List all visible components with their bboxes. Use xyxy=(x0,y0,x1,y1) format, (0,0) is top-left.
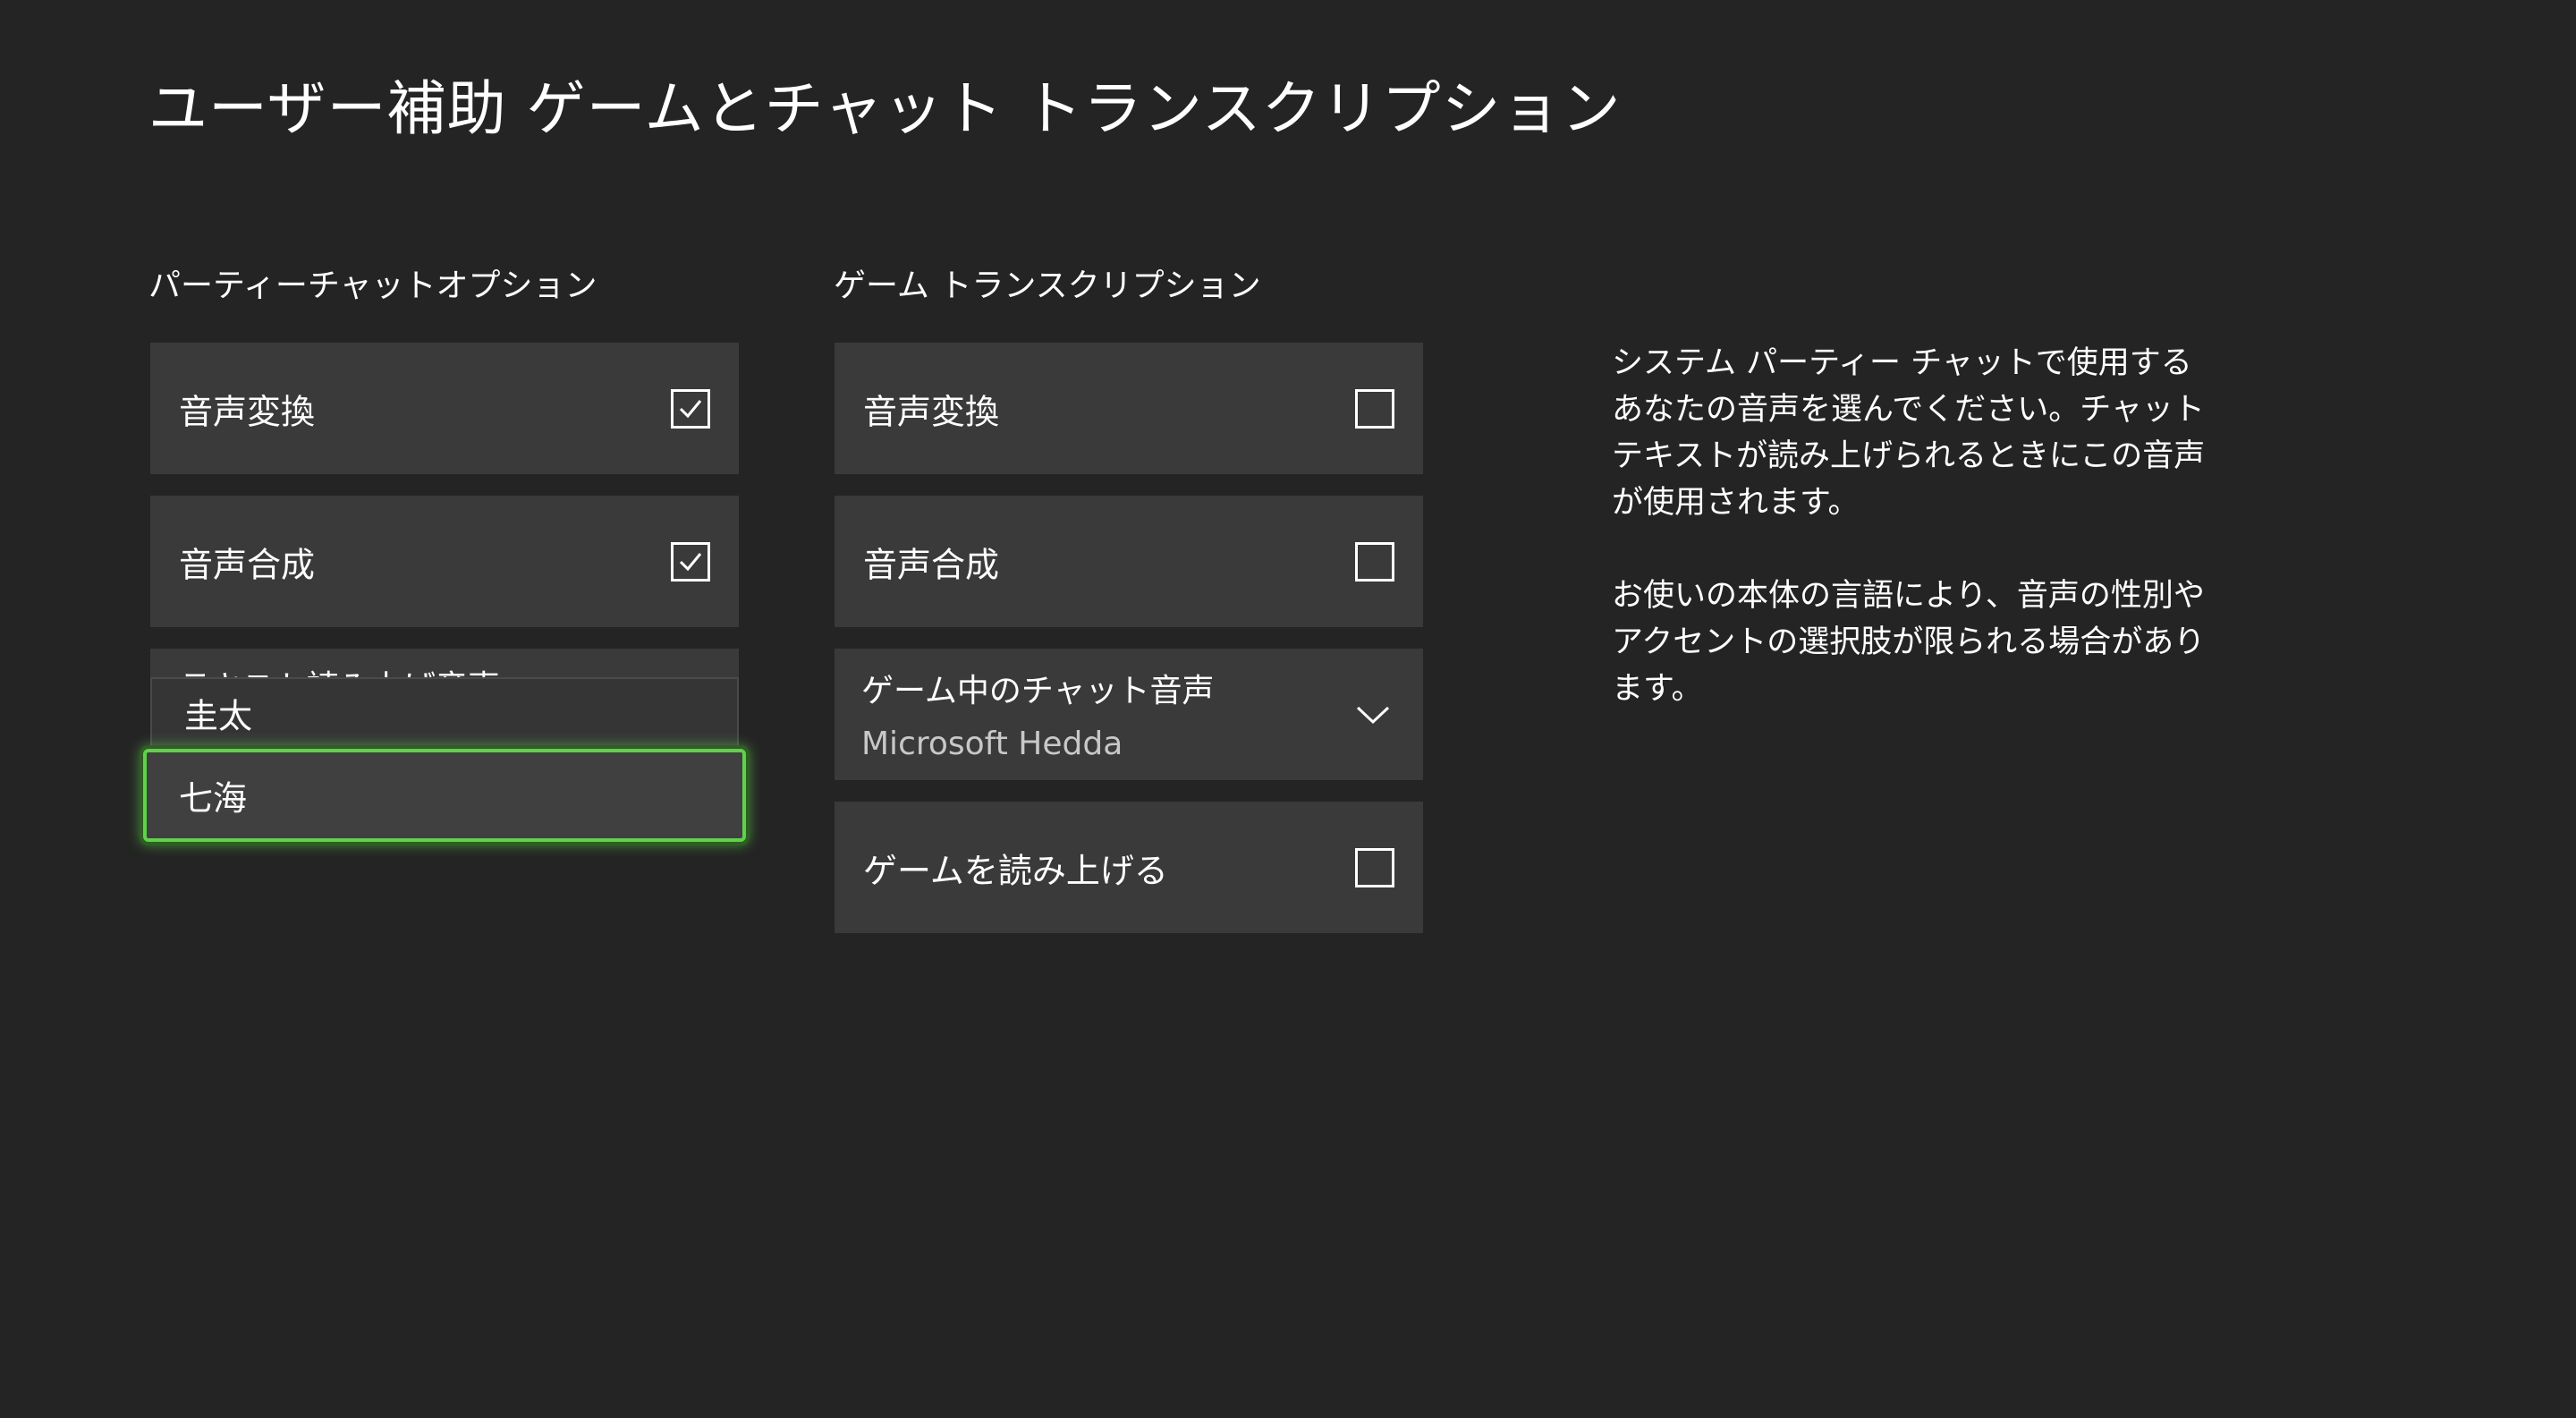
read-game-aloud-toggle[interactable]: ゲームを読み上げる xyxy=(835,802,1423,933)
party-speech-to-text-checkbox[interactable] xyxy=(671,388,710,429)
voice-option-label: 七海 xyxy=(179,778,248,819)
checkmark-icon xyxy=(679,552,702,571)
game-chat-voice-label: ゲーム中のチャット音声 xyxy=(861,673,1215,709)
chevron-down-icon xyxy=(1356,706,1390,724)
page-title: ユーザー補助 ゲームとチャット トランスクリプション xyxy=(148,74,1622,143)
game-chat-voice-select[interactable]: ゲーム中のチャット音声 Microsoft Hedda xyxy=(835,649,1423,780)
voice-option[interactable]: 圭太 xyxy=(150,677,739,749)
accessibility-transcription-page: ユーザー補助 ゲームとチャット トランスクリプション パーティーチャットオプショ… xyxy=(0,0,2576,1418)
read-game-aloud-checkbox[interactable] xyxy=(1355,847,1394,887)
game-text-to-speech-checkbox[interactable] xyxy=(1355,541,1394,582)
game-text-to-speech-toggle[interactable]: 音声合成 xyxy=(835,496,1423,627)
game-chat-voice-value: Microsoft Hedda xyxy=(861,726,1123,762)
party-text-to-speech-label: 音声合成 xyxy=(179,545,316,584)
voice-dropdown-list: 圭太 七海 xyxy=(143,677,746,842)
game-text-to-speech-label: 音声合成 xyxy=(863,545,1000,584)
voice-option-focused[interactable]: 七海 xyxy=(143,749,746,842)
read-game-aloud-label: ゲームを読み上げる xyxy=(863,851,1168,890)
game-speech-to-text-toggle[interactable]: 音声変換 xyxy=(835,343,1423,474)
game-speech-to-text-checkbox[interactable] xyxy=(1355,388,1394,429)
party-text-to-speech-toggle[interactable]: 音声合成 xyxy=(150,496,739,627)
voice-option-label: 圭太 xyxy=(184,696,253,736)
party-text-to-speech-checkbox[interactable] xyxy=(671,541,710,582)
description-paragraph-2: お使いの本体の言語により、音声の性別やアクセントの選択肢が限られる場合があります… xyxy=(1612,578,2206,707)
game-transcription-section-title: ゲーム トランスクリプション xyxy=(834,267,1261,304)
party-speech-to-text-toggle[interactable]: 音声変換 xyxy=(150,343,739,474)
party-chat-section-title: パーティーチャットオプション xyxy=(148,267,597,304)
game-speech-to-text-label: 音声変換 xyxy=(863,392,1000,431)
description-paragraph-1: システム パーティー チャットで使用するあなたの音声を選んでください。チャット … xyxy=(1612,345,2206,521)
checkmark-icon xyxy=(679,399,702,418)
party-speech-to-text-label: 音声変換 xyxy=(179,392,316,431)
